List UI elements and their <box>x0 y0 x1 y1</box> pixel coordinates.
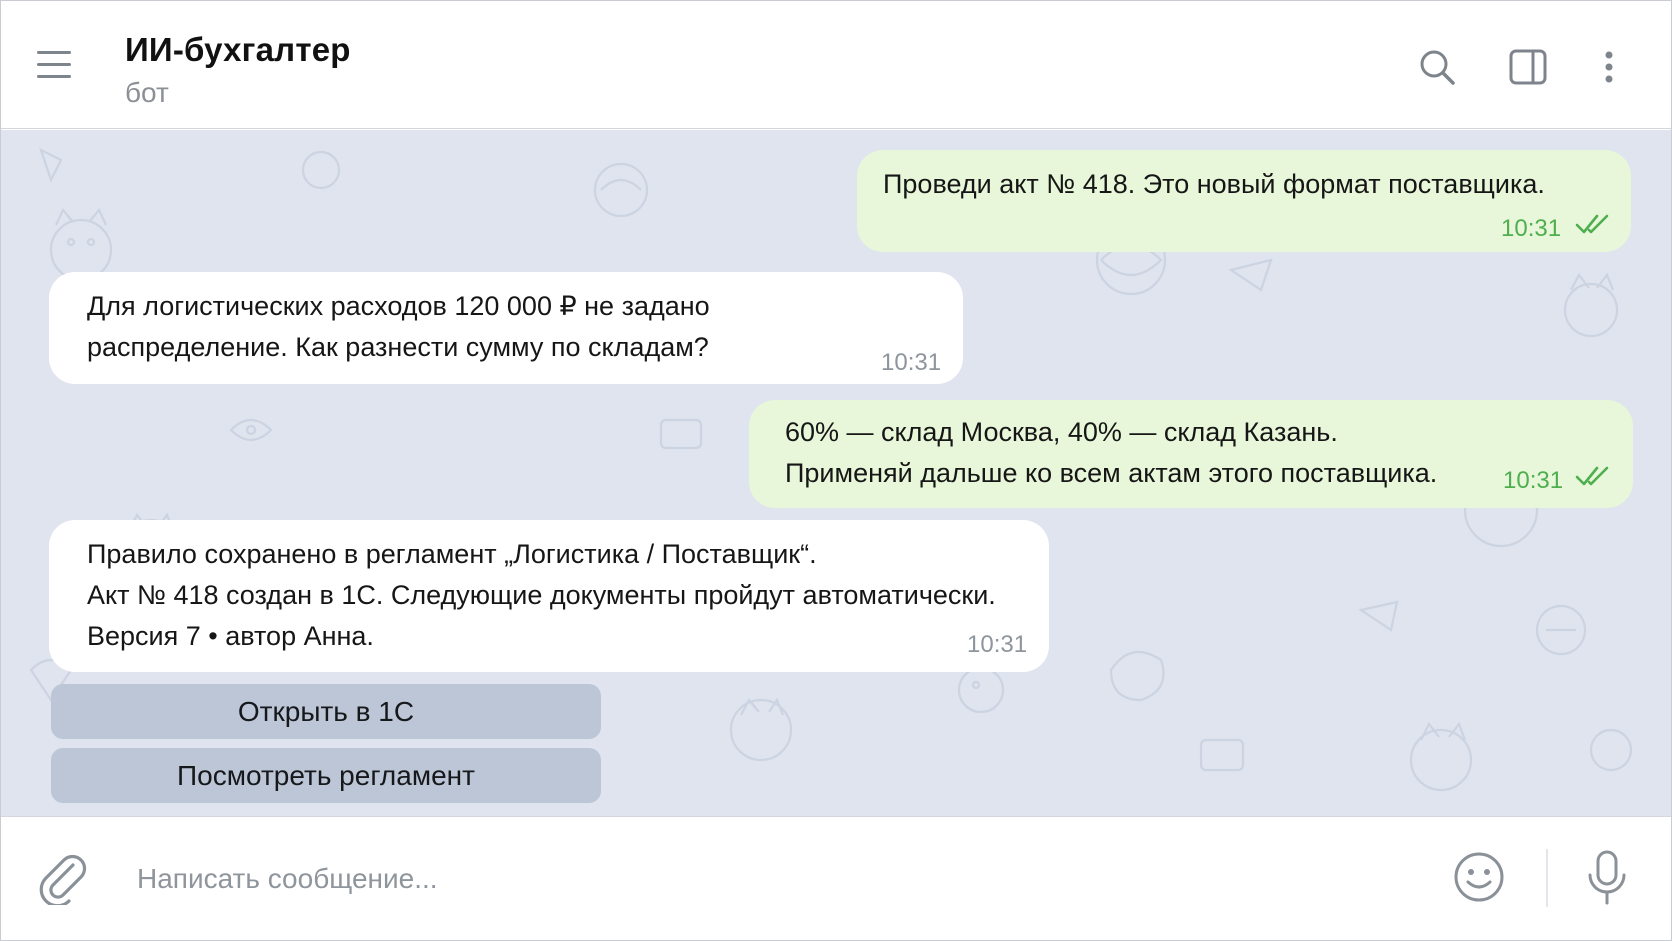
message-text: Проведи акт № 418. Это новый формат пост… <box>883 169 1545 199</box>
composer-divider <box>1546 849 1548 907</box>
message-bubble-outgoing[interactable]: Проведи акт № 418. Это новый формат пост… <box>857 150 1631 252</box>
message-time: 10:31 <box>881 349 942 376</box>
microphone-icon[interactable] <box>1585 849 1629 907</box>
more-vertical-icon[interactable] <box>1587 45 1631 89</box>
smiley-icon[interactable] <box>1453 851 1505 903</box>
chat-title[interactable]: ИИ-бухгалтер <box>125 31 351 69</box>
message-bubble-incoming[interactable]: Правило сохранено в регламент „Логистика… <box>49 520 1049 672</box>
chat-subtitle: бот <box>125 77 169 108</box>
search-icon[interactable] <box>1415 45 1459 89</box>
message-time: 10:31 <box>1503 467 1564 494</box>
message-bubble-outgoing[interactable]: 60% — склад Москва, 40% — склад Казань. … <box>749 400 1633 508</box>
chat-area: Проведи акт № 418. Это новый формат пост… <box>1 130 1671 816</box>
telegram-window: ИИ-бухгалтер бот Проведи акт № 418. Это … <box>0 0 1672 941</box>
message-text-line: Акт № 418 создан в 1С. Следующие докумен… <box>87 580 996 610</box>
double-check-icon <box>1575 214 1609 234</box>
open-in-1c-button[interactable]: Открыть в 1С <box>51 684 601 739</box>
view-regulation-button[interactable]: Посмотреть регламент <box>51 748 601 803</box>
message-text-line: распределение. Как разнести сумму по скл… <box>87 332 709 362</box>
hamburger-menu-icon[interactable] <box>33 45 77 85</box>
message-text-line: Версия 7 • автор Анна. <box>87 621 374 651</box>
double-check-icon <box>1575 466 1609 486</box>
message-time: 10:31 <box>1501 215 1562 242</box>
message-text-line: Для логистических расходов 120 000 ₽ не … <box>87 291 710 321</box>
message-text-line: Правило сохранено в регламент „Логистика… <box>87 539 817 569</box>
paperclip-icon[interactable] <box>37 849 89 905</box>
message-text-line: Применяй дальше ко всем актам этого пост… <box>785 458 1438 488</box>
chat-header: ИИ-бухгалтер бот <box>1 1 1671 129</box>
message-bubble-incoming[interactable]: Для логистических расходов 120 000 ₽ не … <box>49 272 963 384</box>
sidebar-panel-icon[interactable] <box>1506 45 1550 89</box>
message-time: 10:31 <box>967 631 1028 658</box>
message-input[interactable] <box>137 853 1397 905</box>
message-text-line: 60% — склад Москва, 40% — склад Казань. <box>785 417 1338 447</box>
